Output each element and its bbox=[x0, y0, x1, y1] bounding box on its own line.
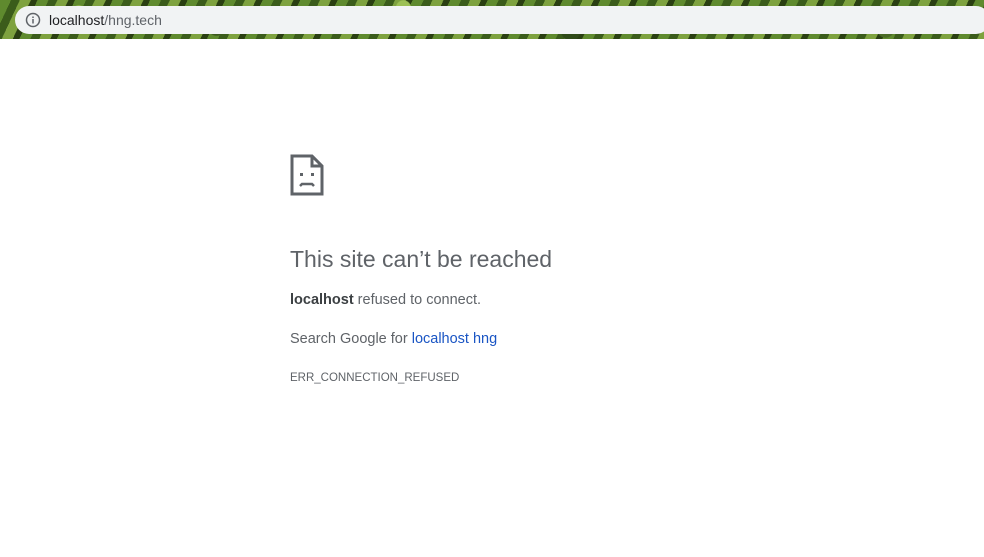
search-google-link[interactable]: localhost hng bbox=[412, 331, 497, 347]
url-text[interactable]: localhost/hng.tech bbox=[49, 12, 162, 28]
sad-page-icon bbox=[290, 154, 324, 196]
search-prefix: Search Google for bbox=[290, 331, 412, 347]
error-code: ERR_CONNECTION_REFUSED bbox=[290, 372, 460, 384]
error-message: localhost refused to connect. bbox=[290, 291, 481, 309]
error-heading: This site can’t be reached bbox=[290, 246, 553, 272]
url-host: localhost bbox=[49, 12, 105, 28]
url-path: /hng.tech bbox=[104, 12, 162, 28]
info-icon[interactable] bbox=[25, 12, 41, 28]
search-suggestion: Search Google for localhost hng bbox=[290, 330, 497, 348]
error-message-text: refused to connect. bbox=[353, 292, 482, 308]
address-bar[interactable]: localhost/hng.tech bbox=[15, 6, 984, 34]
browser-toolbar: localhost/hng.tech bbox=[0, 0, 984, 39]
error-host: localhost bbox=[290, 292, 354, 308]
